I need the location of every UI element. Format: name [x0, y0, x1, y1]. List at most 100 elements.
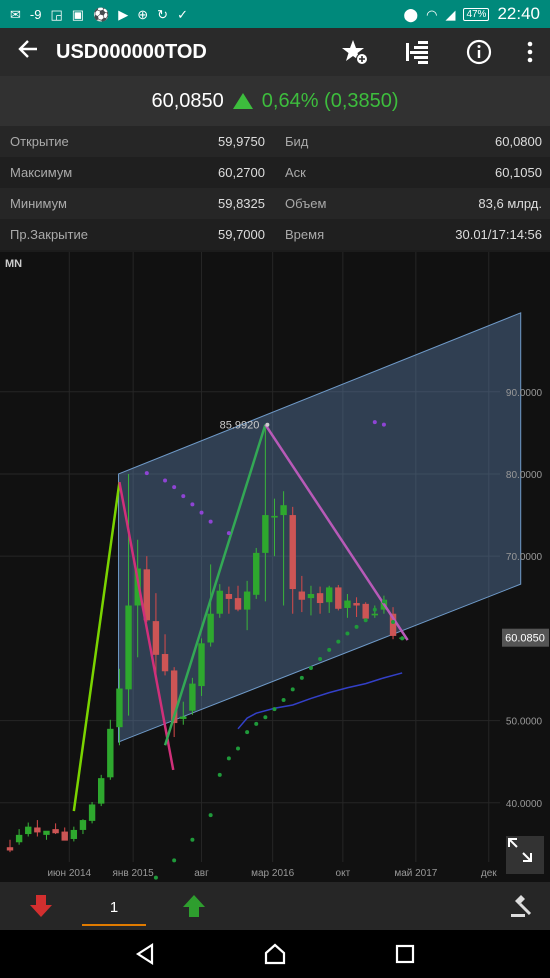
- candle-body: [88, 804, 96, 821]
- football-icon: ⚽: [93, 6, 110, 22]
- psar-dot: [163, 478, 168, 483]
- stat-label: Аск: [285, 165, 306, 180]
- candle-body: [353, 603, 360, 606]
- trade-bar: 1: [0, 882, 550, 930]
- nav-back-button[interactable]: [125, 934, 165, 974]
- back-button[interactable]: [0, 38, 56, 67]
- candle-body: [335, 587, 342, 609]
- more-vert-icon: [527, 41, 533, 63]
- stat-label: Бид: [285, 134, 309, 149]
- peak-marker: [265, 422, 270, 427]
- psar-dot: [391, 619, 396, 624]
- candle-body: [362, 603, 369, 619]
- psar-dot: [254, 721, 259, 726]
- sell-arrow-icon: [30, 895, 52, 917]
- psar-dot: [144, 471, 149, 476]
- candle-body: [371, 613, 378, 616]
- candle-body: [70, 829, 78, 839]
- candle-body: [216, 590, 223, 614]
- auction-button[interactable]: [494, 893, 550, 919]
- nav-recents-button[interactable]: [385, 934, 425, 974]
- stat-value: 83,6 млрд.: [478, 196, 542, 211]
- date-axis-label: авг: [194, 868, 209, 879]
- favorite-add-icon: [342, 40, 368, 65]
- candle-body: [180, 716, 187, 719]
- psar-dot: [199, 510, 204, 515]
- candle-body: [107, 728, 114, 778]
- add-favorite-button[interactable]: [324, 28, 386, 76]
- nav-home-icon: [264, 943, 286, 965]
- stat-value: 59,7000: [218, 227, 265, 242]
- nav-back-icon: [135, 943, 154, 965]
- psar-dot: [336, 639, 341, 644]
- price-axis-label: 90.0000: [506, 388, 543, 399]
- nav-recents-icon: [395, 944, 415, 964]
- candle-body: [298, 591, 306, 600]
- psar-dot: [190, 502, 195, 507]
- more-menu-button[interactable]: [510, 28, 550, 76]
- psar-dot: [345, 631, 350, 636]
- price-axis-label: 50.0000: [506, 717, 543, 728]
- candle-body: [98, 778, 105, 804]
- psar-dot: [272, 707, 277, 712]
- stat-value: 60,2700: [218, 165, 265, 180]
- date-axis-label: дек: [481, 868, 497, 879]
- psar-dot: [190, 837, 195, 842]
- candle-body: [25, 826, 32, 835]
- quote-bar: 60,0850 0,64% (0,3850): [0, 76, 550, 126]
- candle-body: [198, 643, 205, 687]
- candle-body: [116, 688, 123, 728]
- candle-body: [207, 613, 214, 643]
- price-chart[interactable]: 85.9920 90.0000 80.0000 70.0000 60.0850 50.00…: [0, 252, 550, 882]
- stat-value: 60,0800: [495, 134, 542, 149]
- system-nav-bar: [0, 930, 550, 978]
- candle-body: [344, 600, 351, 608]
- candle-body: [316, 593, 324, 604]
- clock: 22:40: [497, 4, 540, 23]
- chart-period[interactable]: MN: [5, 258, 22, 270]
- psar-dot: [354, 624, 359, 629]
- psar-dot: [372, 420, 377, 425]
- candle-body: [34, 827, 41, 833]
- current-price-label: 60.0850: [505, 633, 545, 645]
- buy-button[interactable]: [146, 894, 242, 918]
- psar-dot: [236, 746, 240, 751]
- rss-icon: ◲: [50, 6, 63, 22]
- candle-body: [152, 621, 160, 655]
- stat-label: Объем: [285, 196, 327, 211]
- quantity-input[interactable]: 1: [82, 899, 146, 926]
- chart-canvas[interactable]: 85.9920 90.0000 80.0000 70.0000 60.0850 50.00…: [0, 252, 550, 882]
- last-price: 60,0850: [151, 89, 224, 112]
- stat-label: Минимум: [10, 196, 67, 211]
- youtube-icon: ▶: [118, 6, 129, 22]
- candle-body: [43, 830, 50, 835]
- fullscreen-button[interactable]: [506, 836, 544, 874]
- psar-dot: [153, 875, 158, 880]
- price-axis-label: 70.0000: [506, 552, 543, 563]
- psar-dot: [217, 772, 222, 777]
- psar-dot: [245, 730, 250, 735]
- candle-body: [125, 605, 132, 690]
- stat-value: 30.01/17:14:56: [455, 227, 542, 242]
- psar-dot: [172, 485, 177, 490]
- info-button[interactable]: [448, 28, 510, 76]
- price-axis-label: 40.0000: [506, 799, 543, 810]
- globe-icon: ⊕: [137, 6, 149, 22]
- stats-row: Максимум 60,2700 Аск 60,1050: [0, 157, 550, 188]
- order-book-button[interactable]: [386, 28, 448, 76]
- psar-dot: [381, 599, 386, 604]
- stat-label: Открытие: [10, 134, 69, 149]
- psar-dot: [226, 756, 231, 761]
- psar-dot: [400, 636, 405, 641]
- image-icon: ▣: [71, 6, 85, 22]
- nav-home-button[interactable]: [255, 934, 295, 974]
- sell-button[interactable]: [0, 894, 82, 918]
- psar-dot: [208, 813, 213, 818]
- candle-body: [161, 654, 169, 672]
- price-axis-label: 80.0000: [506, 470, 543, 481]
- candle-body: [15, 834, 23, 843]
- signal-strength-text: -9: [29, 6, 42, 22]
- candle-body: [234, 598, 242, 610]
- stat-label: Максимум: [10, 165, 73, 180]
- gavel-icon: [511, 895, 532, 917]
